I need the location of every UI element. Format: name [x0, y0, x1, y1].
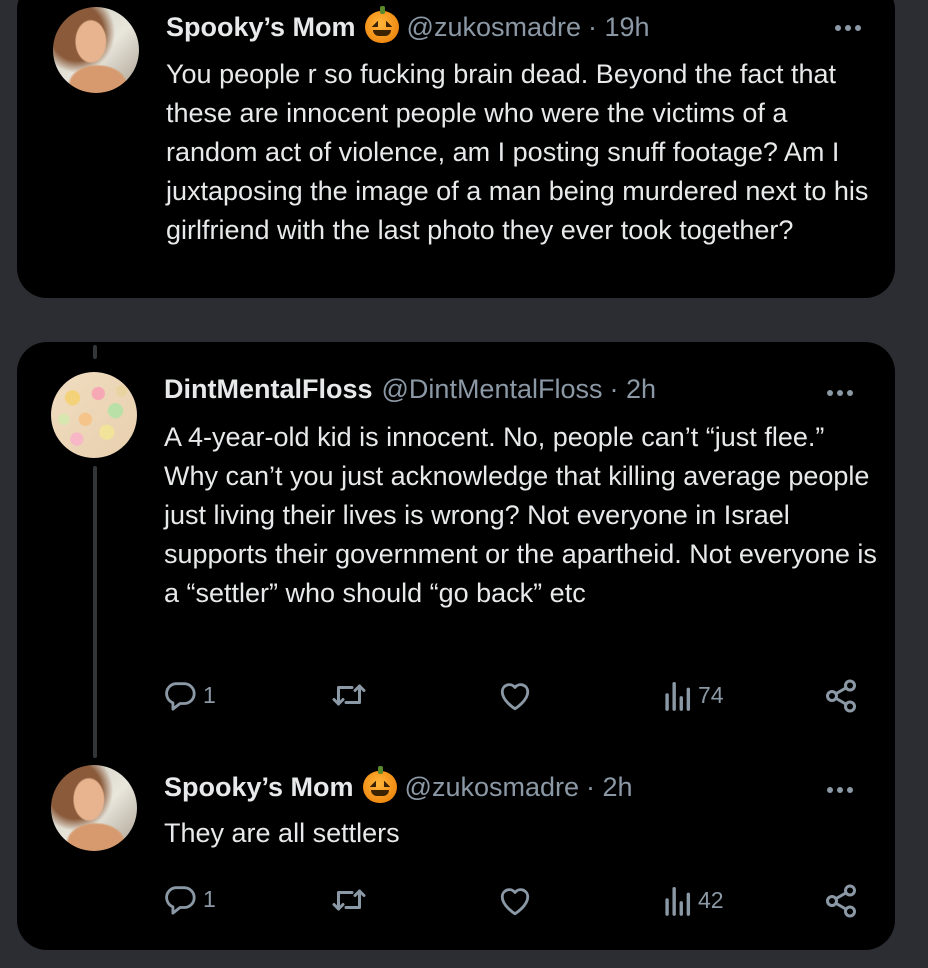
timestamp[interactable]: · 2h: [586, 770, 633, 804]
retweet-icon: [332, 889, 366, 911]
tweet-header: Spooky’s Mom @zukosmadre · 19h: [166, 6, 650, 44]
views-button[interactable]: 74: [662, 678, 724, 712]
author-name[interactable]: Spooky’s Mom: [166, 10, 356, 44]
views-button[interactable]: 42: [662, 883, 724, 917]
timestamp[interactable]: · 19h: [588, 10, 650, 44]
author-handle[interactable]: @zukosmadre: [407, 10, 581, 44]
like-button[interactable]: [498, 885, 532, 917]
more-options-icon[interactable]: [827, 787, 853, 793]
share-icon: [826, 679, 856, 713]
author-handle[interactable]: @zukosmadre: [405, 770, 579, 804]
share-button[interactable]: [823, 883, 859, 919]
reply-count: 1: [203, 885, 216, 912]
avatar[interactable]: [51, 765, 137, 851]
author-name[interactable]: DintMentalFloss: [164, 372, 373, 406]
share-icon: [826, 884, 856, 918]
pumpkin-emoji-icon: [364, 6, 399, 43]
tweet-header: DintMentalFloss @DintMentalFloss · 2h: [164, 372, 656, 406]
retweet-button[interactable]: [331, 885, 367, 915]
timestamp[interactable]: · 2h: [610, 372, 657, 406]
reply-button[interactable]: 1: [163, 882, 216, 916]
tweet-card-thread: DintMentalFloss @DintMentalFloss · 2h A …: [17, 342, 895, 950]
reply-count: 1: [203, 681, 216, 708]
reply-button[interactable]: 1: [163, 678, 216, 712]
tweet-header: Spooky’s Mom @zukosmadre · 2h: [164, 766, 633, 804]
reply-icon: [165, 886, 196, 915]
thread-line-top: [93, 345, 97, 359]
view-count: 42: [698, 886, 724, 913]
tweet-text: A 4-year-old kid is innocent. No, people…: [164, 422, 877, 608]
heart-icon: [500, 888, 530, 916]
tweet-text: They are all settlers: [164, 818, 400, 848]
reply-icon: [165, 682, 196, 711]
like-button[interactable]: [498, 680, 532, 712]
views-icon: [665, 681, 691, 711]
more-options-icon[interactable]: [827, 390, 853, 396]
tweet-card-main: Spooky’s Mom @zukosmadre · 19h You peopl…: [17, 0, 895, 298]
retweet-button[interactable]: [331, 680, 367, 710]
share-button[interactable]: [823, 678, 859, 714]
tweet-text: You people r so fucking brain dead. Beyo…: [166, 59, 869, 245]
views-icon: [665, 886, 691, 916]
thread-line: [93, 466, 97, 758]
retweet-icon: [332, 684, 366, 706]
avatar[interactable]: [53, 7, 139, 93]
heart-icon: [500, 683, 530, 711]
more-options-icon[interactable]: [835, 25, 861, 31]
avatar[interactable]: [51, 372, 137, 458]
view-count: 74: [698, 681, 724, 708]
author-handle[interactable]: @DintMentalFloss: [382, 372, 603, 406]
author-name[interactable]: Spooky’s Mom: [164, 770, 354, 804]
pumpkin-emoji-icon: [362, 766, 397, 803]
